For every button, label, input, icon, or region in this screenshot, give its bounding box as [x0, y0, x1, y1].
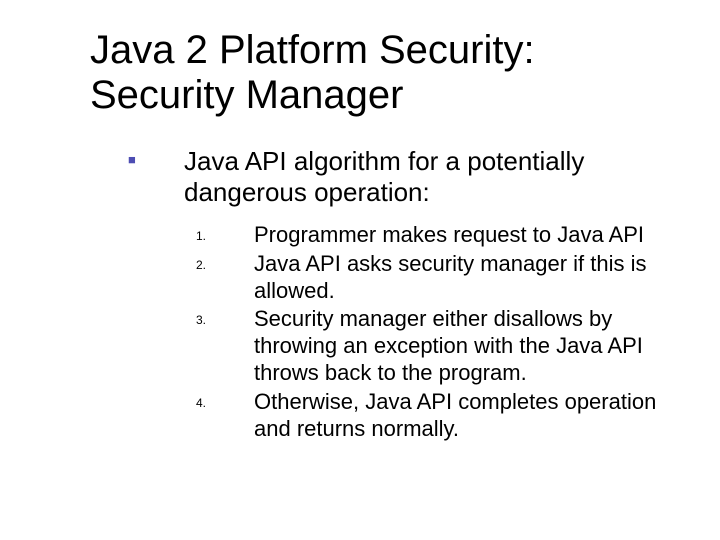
list-item: 3. Security manager either disallows by … — [182, 306, 680, 386]
numbered-list: 1. Programmer makes request to Java API … — [126, 222, 680, 443]
slide-title: Java 2 Platform Security: Security Manag… — [90, 28, 680, 118]
item-text: Java API asks security manager if this i… — [254, 251, 680, 305]
item-text: Security manager either disallows by thr… — [254, 306, 680, 386]
square-bullet-icon: ■ — [126, 146, 184, 174]
list-item: 4. Otherwise, Java API completes operati… — [182, 389, 680, 443]
item-number: 3. — [182, 306, 254, 331]
item-number: 4. — [182, 389, 254, 414]
item-number: 2. — [182, 251, 254, 276]
intro-text: Java API algorithm for a potentially dan… — [184, 146, 680, 208]
list-item: 2. Java API asks security manager if thi… — [182, 251, 680, 305]
item-number: 1. — [182, 222, 254, 247]
slide-body: ■ Java API algorithm for a potentially d… — [90, 146, 680, 443]
item-text: Programmer makes request to Java API — [254, 222, 680, 249]
list-item: 1. Programmer makes request to Java API — [182, 222, 680, 249]
bullet-item: ■ Java API algorithm for a potentially d… — [126, 146, 680, 208]
item-text: Otherwise, Java API completes operation … — [254, 389, 680, 443]
slide: Java 2 Platform Security: Security Manag… — [0, 0, 720, 540]
